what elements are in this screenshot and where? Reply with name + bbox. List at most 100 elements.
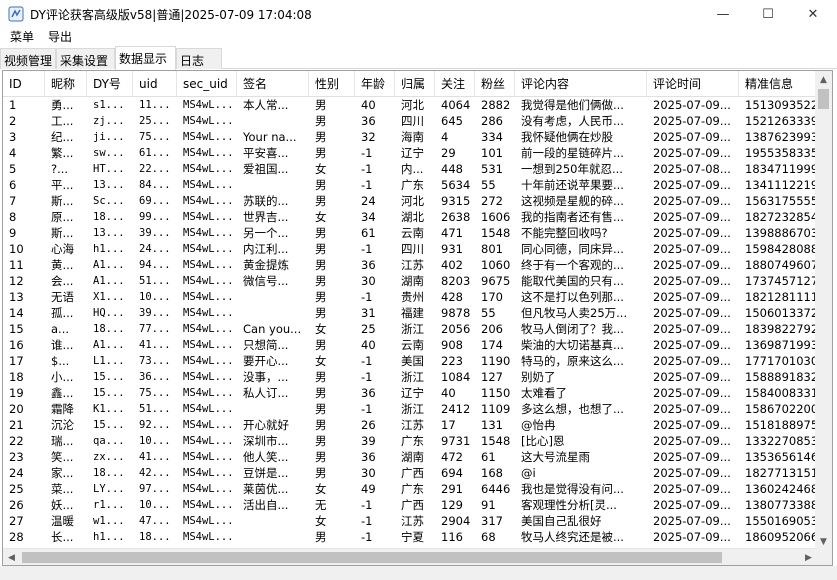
- column-header-id[interactable]: ID: [3, 71, 45, 97]
- cell-followers: 131: [481, 418, 503, 432]
- cell-dy-id: L1...: [93, 355, 125, 367]
- scroll-up-icon[interactable]: ▲: [815, 71, 832, 88]
- cell-following: 428: [441, 290, 463, 304]
- table-row[interactable]: 24 家... 18... 42... MS4wL... 豆饼是... 男 30 广西 694 16…: [3, 465, 832, 481]
- cell-sec-uid: MS4wL...: [183, 467, 234, 479]
- table-row[interactable]: 10 心海 h1... 24... MS4wL... 内江利... 男 -1 四川 931 801 同…: [3, 241, 832, 257]
- table-row[interactable]: 5?... HT... 22... MS4wL... 爱祖国... 女 -1 内... 448 5…: [3, 161, 832, 177]
- column-header-signature[interactable]: 签名: [237, 71, 309, 97]
- cell-comment: 太难看了: [521, 386, 567, 400]
- table-row[interactable]: 12 会... A1... 51... MS4wL... 微信号... 男 30 湖南 8203 9…: [3, 273, 832, 289]
- column-header-gender[interactable]: 性别: [309, 71, 355, 97]
- cell-nickname: a...: [51, 322, 70, 336]
- column-header-location[interactable]: 归属: [395, 71, 435, 97]
- cell-followers: 55: [481, 178, 496, 192]
- table-row[interactable]: 13 无语 X1... 10... MS4wL... 男 -1 贵州 428 170 这不是打以色列…: [3, 289, 832, 305]
- horizontal-scroll-thumb[interactable]: [22, 552, 722, 563]
- horizontal-scrollbar[interactable]: ◀ ▶: [3, 548, 832, 565]
- menu-item-menu[interactable]: 菜单: [10, 28, 34, 45]
- table-row[interactable]: 20 霜降 K1... 51... MS4wL... 男 -1 浙江 2412 1109 多这么想，…: [3, 401, 832, 417]
- cell-uid: 47...: [139, 515, 171, 527]
- table-row[interactable]: 26 妖... r1... 10... MS4wL... 活出自... 无 -1 广西 129 91…: [3, 497, 832, 513]
- cell-followers: 61: [481, 450, 496, 464]
- vertical-scrollbar[interactable]: ▲ ▼: [815, 71, 832, 550]
- cell-comment: 多这么想，也想了...: [521, 402, 624, 416]
- table-row[interactable]: 28 长... h1... 18... MS4wL... 男 -1 宁夏 116 68 牧马人终究还…: [3, 529, 832, 545]
- table-row[interactable]: 25 菜... LY... 97... MS4wL... 莱茵优... 女 49 广东 291 64…: [3, 481, 832, 497]
- table-row[interactable]: 9 斯... 13... 39... MS4wL... 另一个... 男 61 云南 471 154…: [3, 225, 832, 241]
- close-button[interactable]: ✕: [790, 0, 836, 28]
- cell-id: 12: [9, 274, 24, 288]
- menu-item-export[interactable]: 导出: [48, 28, 72, 45]
- column-header-nickname[interactable]: 昵称: [45, 71, 87, 97]
- cell-comment-time: 2025-07-09...: [653, 194, 731, 208]
- table-row[interactable]: 15 a... 18... 77... MS4wL... Can you... 女 25 浙江 2…: [3, 321, 832, 337]
- cell-comment: 十年前还说苹果要...: [521, 178, 624, 192]
- table-row[interactable]: 4 繁... sw... 61... MS4wL... 平安喜... 男 -1 辽宁 29 101 前…: [3, 145, 832, 161]
- table-row[interactable]: 19 鑫... 15... 75... MS4wL... 私人订... 男 36 辽宁 40 115…: [3, 385, 832, 401]
- window-title: DY评论获客高级版v58|普通|2025-07-09 17:04:08: [30, 8, 312, 22]
- table-row[interactable]: 6 平... 13... 84... MS4wL... 男 -1 广东 5634 55 十年前还说苹…: [3, 177, 832, 193]
- data-grid[interactable]: ID 昵称 DY号 uid sec_uid 签名 性别 年龄 归属 关注 粉丝 评论内容 评论时间 精准信…: [2, 70, 833, 566]
- minimize-button[interactable]: —: [700, 0, 746, 28]
- cell-signature: 开心就好: [243, 418, 289, 432]
- tab-data-display[interactable]: 数据显示: [115, 46, 176, 70]
- table-row[interactable]: 2 工... zj... 25... MS4wL... 男 36 四川 645 286 没有考虑，人…: [3, 113, 832, 129]
- cell-signature: 微信号...: [243, 274, 289, 288]
- maximize-button[interactable]: ☐: [745, 0, 791, 28]
- cell-following: 4: [441, 130, 449, 144]
- cell-gender: 男: [315, 114, 327, 128]
- table-row[interactable]: 14 孤... HQ... 39... MS4wL... 男 31 福建 9878 55 但凡牧马人…: [3, 305, 832, 321]
- scroll-left-icon[interactable]: ◀: [3, 549, 20, 565]
- cell-followers: 206: [481, 322, 503, 336]
- cell-followers: 801: [481, 242, 503, 256]
- tab-collect-settings[interactable]: 采集设置: [56, 48, 115, 69]
- table-row[interactable]: 3 纪... ji... 75... MS4wL... Your na... 男 32 海南 4 3…: [3, 129, 832, 145]
- cell-gender: 男: [315, 242, 327, 256]
- column-header-age[interactable]: 年龄: [355, 71, 395, 97]
- cell-id: 17: [9, 354, 24, 368]
- column-header-dy-id[interactable]: DY号: [87, 71, 133, 97]
- table-row[interactable]: 1 勇... s1... 11... MS4wL... 本人常... 男 40 河北 4064 28…: [3, 97, 832, 113]
- column-header-following[interactable]: 关注: [435, 71, 475, 97]
- cell-following: 931: [441, 242, 463, 256]
- table-row[interactable]: 18 小... 15... 36... MS4wL... 没事，... 男 -1 浙江 1084 1…: [3, 369, 832, 385]
- cell-age: 40: [361, 98, 376, 112]
- cell-sec-uid: MS4wL...: [183, 227, 234, 239]
- table-row[interactable]: 23 笑... zx... 41... MS4wL... 他人笑... 男 36 湖南 472 61…: [3, 449, 832, 465]
- cell-location: 河北: [401, 194, 424, 208]
- cell-id: 6: [9, 178, 17, 192]
- table-row[interactable]: 11 黄... A1... 94... MS4wL... 黄金提炼 男 36 江苏 402 1060…: [3, 257, 832, 273]
- cell-followers: 68: [481, 530, 496, 544]
- table-row[interactable]: 16 谁... A1... 41... MS4wL... 只想简... 男 40 云南 908 17…: [3, 337, 832, 353]
- cell-comment-time: 2025-07-09...: [653, 530, 731, 544]
- table-row[interactable]: 17 $... L1... 73... MS4wL... 要开心... 女 -1 美国 223 11…: [3, 353, 832, 369]
- cell-comment-time: 2025-07-09...: [653, 498, 731, 512]
- tab-video-management[interactable]: 视频管理: [0, 48, 56, 69]
- cell-uid: 11...: [139, 99, 171, 111]
- tab-log[interactable]: 日志: [176, 48, 222, 69]
- column-header-followers[interactable]: 粉丝: [475, 71, 515, 97]
- cell-following: 223: [441, 354, 463, 368]
- cell-uid: 97...: [139, 483, 171, 495]
- table-row[interactable]: 21 沉沦 15... 92... MS4wL... 开心就好 男 26 江苏 17 131 @怡冉 2…: [3, 417, 832, 433]
- table-row[interactable]: 7 斯... Sc... 69... MS4wL... 苏联的... 男 24 河北 9315 27…: [3, 193, 832, 209]
- cell-following: 29: [441, 146, 456, 160]
- cell-location: 湖南: [401, 274, 424, 288]
- table-row[interactable]: 22 瑞... qa... 10... MS4wL... 深圳市... 男 39 广东 9731 1…: [3, 433, 832, 449]
- cell-gender: 男: [315, 194, 327, 208]
- cell-gender: 男: [315, 370, 327, 384]
- column-header-comment[interactable]: 评论内容: [515, 71, 647, 97]
- vertical-scroll-thumb[interactable]: [818, 89, 829, 109]
- cell-gender: 男: [315, 466, 327, 480]
- column-header-uid[interactable]: uid: [133, 71, 177, 97]
- table-row[interactable]: 8 原... 18... 99... MS4wL... 世界吉... 女 34 湖北 2638 16…: [3, 209, 832, 225]
- cell-uid: 10...: [139, 499, 171, 511]
- table-row[interactable]: 27 温暖 w1... 47... MS4wL... 女 -1 江苏 2904 317 美国自己乱很…: [3, 513, 832, 529]
- tab-strip: 视频管理 采集设置 数据显示 日志: [0, 46, 837, 70]
- column-header-sec-uid[interactable]: sec_uid: [177, 71, 237, 97]
- column-header-comment-time[interactable]: 评论时间: [647, 71, 739, 97]
- cell-dy-id: X1...: [93, 291, 125, 303]
- cell-sec-uid: MS4wL...: [183, 163, 234, 175]
- cell-id: 23: [9, 450, 24, 464]
